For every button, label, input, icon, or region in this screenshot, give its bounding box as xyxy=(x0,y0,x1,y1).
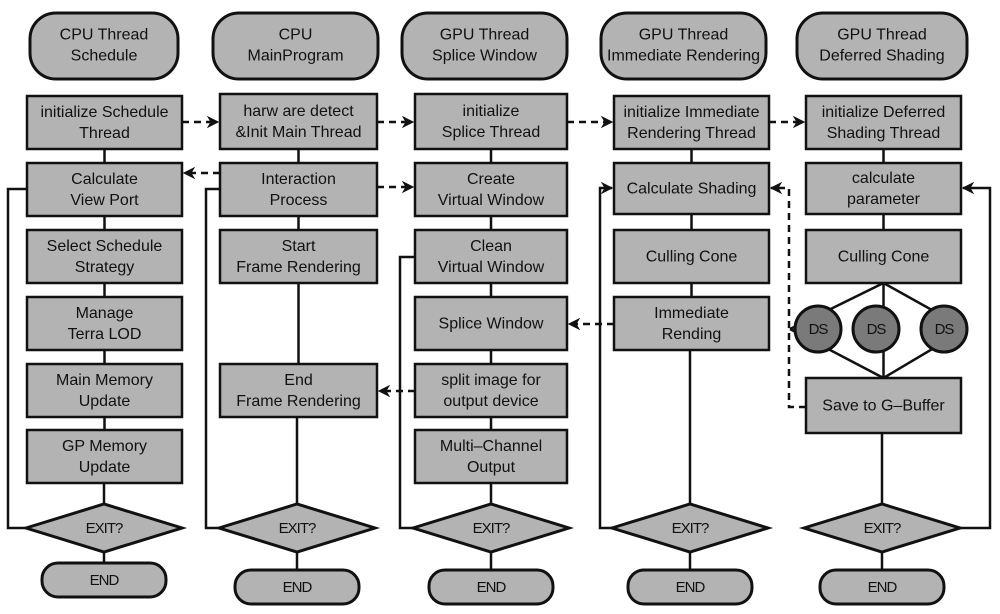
thread-header-label: MainProgram xyxy=(247,48,343,65)
thread-header-gpu-splice xyxy=(400,11,569,81)
decision-label: EXIT? xyxy=(86,520,123,537)
process-label: Shading Thread xyxy=(827,125,941,142)
thread-header-cpu-schedule xyxy=(28,11,180,81)
process-label: Culling Cone xyxy=(838,249,930,266)
ds-label: DS xyxy=(809,321,829,338)
thread-header-label: Immediate Rendering xyxy=(607,48,760,65)
process-label: Clean xyxy=(470,238,512,255)
process-label: Main Memory xyxy=(56,372,153,389)
loop-connector xyxy=(398,255,415,530)
process-label: parameter xyxy=(847,191,921,208)
end-label: END xyxy=(90,572,120,589)
process-label: Start xyxy=(282,238,316,255)
process-label: GP Memory xyxy=(62,438,147,455)
process-label: Rending xyxy=(662,326,722,343)
process-label: Process xyxy=(270,192,328,209)
thread-header-gpu-immediate xyxy=(599,11,768,81)
decision-label: EXIT? xyxy=(672,520,709,537)
process-label: End xyxy=(284,372,312,389)
process-label: Splice Thread xyxy=(442,124,540,141)
thread-header-label: CPU Thread xyxy=(60,27,149,44)
loop-connector xyxy=(204,187,220,530)
thread-header-label: GPU Thread xyxy=(440,27,530,44)
end-label: END xyxy=(676,579,706,596)
process-label: Frame Rendering xyxy=(236,259,361,276)
process-label: Create xyxy=(467,171,515,188)
process-label: Calculate Shading xyxy=(627,181,757,198)
process-label: initialize xyxy=(463,103,520,120)
flowchart: CPU Thread Schedule CPU MainProgram GPU Thre… xyxy=(6,11,992,606)
sync-arrow xyxy=(769,181,806,409)
end-label: END xyxy=(283,579,313,596)
ds-label: DS xyxy=(867,321,887,338)
loop-connector xyxy=(960,181,992,530)
process-label: View Port xyxy=(70,192,139,209)
node-layer: CPU Thread Schedule CPU MainProgram GPU Thre… xyxy=(20,11,969,606)
process-label: Select Schedule xyxy=(47,238,163,255)
process-label: Calculate xyxy=(71,171,138,188)
thread-header-label: Schedule xyxy=(71,48,138,65)
thread-header-label: Splice Window xyxy=(432,48,537,65)
process-label: harw are detect xyxy=(243,103,354,120)
decision-label: EXIT? xyxy=(473,520,510,537)
process-label: Save to G–Buffer xyxy=(822,398,945,415)
process-label: Thread xyxy=(79,125,130,142)
process-label: output device xyxy=(443,393,538,410)
thread-header-gpu-deferred xyxy=(795,11,969,81)
process-label: Output xyxy=(467,459,516,476)
process-label: Immediate xyxy=(654,305,729,322)
process-label: Rendering Thread xyxy=(627,125,756,142)
process-label: Virtual Window xyxy=(438,259,545,276)
thread-header-label: Deferred Shading xyxy=(819,48,944,65)
process-label: Update xyxy=(79,393,131,410)
process-label: Strategy xyxy=(75,259,135,276)
process-label: Splice Window xyxy=(439,316,544,333)
ds-label: DS xyxy=(935,321,955,338)
process-label: Update xyxy=(79,459,131,476)
process-label: split image for xyxy=(441,372,541,389)
process-label: calculate xyxy=(852,170,915,187)
process-label: Multi–Channel xyxy=(440,438,542,455)
flowchart-canvas: CPU Thread Schedule CPU MainProgram GPU Thre… xyxy=(0,0,1000,614)
thread-header-cpu-main xyxy=(211,11,380,81)
thread-header-label: GPU Thread xyxy=(639,27,729,44)
thread-header-label: CPU xyxy=(279,27,313,44)
loop-connector xyxy=(598,181,614,530)
decision-label: EXIT? xyxy=(864,520,901,537)
process-label: Manage xyxy=(76,305,134,322)
loop-connector xyxy=(6,187,27,530)
process-label: initialize Schedule xyxy=(40,104,168,121)
process-label: Terra LOD xyxy=(68,326,142,343)
process-label: &Init Main Thread xyxy=(236,124,362,141)
process-label: Interaction xyxy=(261,171,336,188)
process-label: initialize Immediate xyxy=(623,104,759,121)
decision-label: EXIT? xyxy=(279,520,316,537)
process-label: Frame Rendering xyxy=(236,393,361,410)
end-label: END xyxy=(868,579,898,596)
end-label: END xyxy=(477,579,507,596)
process-label: initialize Deferred xyxy=(822,104,946,121)
process-label: Culling Cone xyxy=(646,249,738,266)
thread-header-label: GPU Thread xyxy=(837,27,927,44)
process-label: Virtual Window xyxy=(438,192,545,209)
